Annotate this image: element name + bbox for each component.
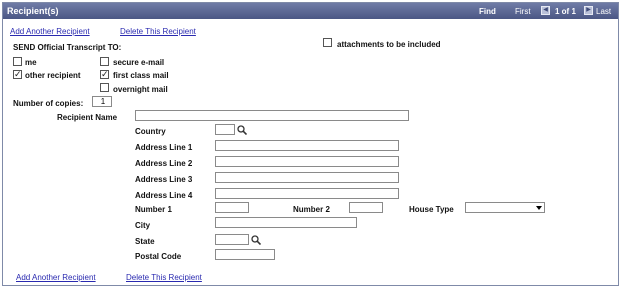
address-line-4-input[interactable] [215, 188, 399, 199]
postal-code-input[interactable] [215, 249, 275, 260]
first-class-mail-label: first class mail [113, 71, 169, 80]
secure-email-label: secure e-mail [113, 58, 165, 67]
first-class-mail-checkbox[interactable] [100, 69, 109, 80]
state-input[interactable] [215, 234, 249, 245]
panel-title: Recipient(s) [7, 6, 59, 16]
overnight-mail-label: overnight mail [113, 85, 168, 94]
send-transcript-heading: SEND Official Transcript TO: [13, 43, 122, 52]
attachments-checkbox[interactable] [323, 38, 332, 47]
recipient-name-input[interactable] [135, 110, 409, 121]
address-line-1-label: Address Line 1 [135, 143, 193, 152]
city-input[interactable] [215, 217, 357, 228]
number-1-label: Number 1 [135, 205, 172, 214]
copies-label: Number of copies: [13, 99, 84, 108]
address-line-4-label: Address Line 4 [135, 191, 193, 200]
address-line-2-input[interactable] [215, 156, 399, 167]
address-line-3-input[interactable] [215, 172, 399, 183]
address-line-1-input[interactable] [215, 140, 399, 151]
house-type-select[interactable] [465, 202, 545, 213]
last-label[interactable]: Last [596, 7, 611, 16]
search-icon[interactable] [251, 235, 261, 245]
number-1-input[interactable] [215, 202, 249, 213]
prev-arrow-icon[interactable]: ◀ [541, 6, 550, 15]
first-label[interactable]: First [515, 7, 531, 16]
number-2-label: Number 2 [293, 205, 330, 214]
house-type-label: House Type [409, 205, 454, 214]
find-link[interactable]: Find [479, 7, 496, 16]
search-icon[interactable] [237, 125, 247, 135]
number-2-input[interactable] [349, 202, 383, 213]
other-recipient-checkbox[interactable] [13, 69, 22, 80]
add-recipient-link-bottom[interactable]: Add Another Recipient [16, 273, 96, 282]
delete-recipient-link-bottom[interactable]: Delete This Recipient [126, 273, 202, 282]
other-recipient-label: other recipient [25, 71, 81, 80]
city-label: City [135, 221, 151, 230]
panel-title-bar: Recipient(s) Find First ◀ 1 of 1 ▶ Last [3, 3, 618, 19]
recipient-name-label: Recipient Name [57, 113, 118, 122]
state-label: State [135, 237, 155, 246]
country-label: Country [135, 127, 166, 136]
delete-recipient-link-top[interactable]: Delete This Recipient [120, 27, 196, 36]
overnight-mail-checkbox[interactable] [100, 83, 109, 92]
secure-email-checkbox[interactable] [100, 57, 109, 66]
chevron-down-icon [536, 206, 542, 210]
address-line-3-label: Address Line 3 [135, 175, 193, 184]
me-checkbox[interactable] [13, 57, 22, 66]
postal-code-label: Postal Code [135, 252, 182, 261]
add-recipient-link-top[interactable]: Add Another Recipient [10, 27, 90, 36]
me-label: me [25, 58, 37, 67]
attachments-label: attachments to be included [337, 40, 441, 49]
address-line-2-label: Address Line 2 [135, 159, 193, 168]
next-arrow-icon[interactable]: ▶ [584, 6, 593, 15]
copies-input[interactable]: 1 [92, 96, 112, 107]
country-input[interactable] [215, 124, 235, 135]
pager-text: 1 of 1 [555, 7, 576, 16]
